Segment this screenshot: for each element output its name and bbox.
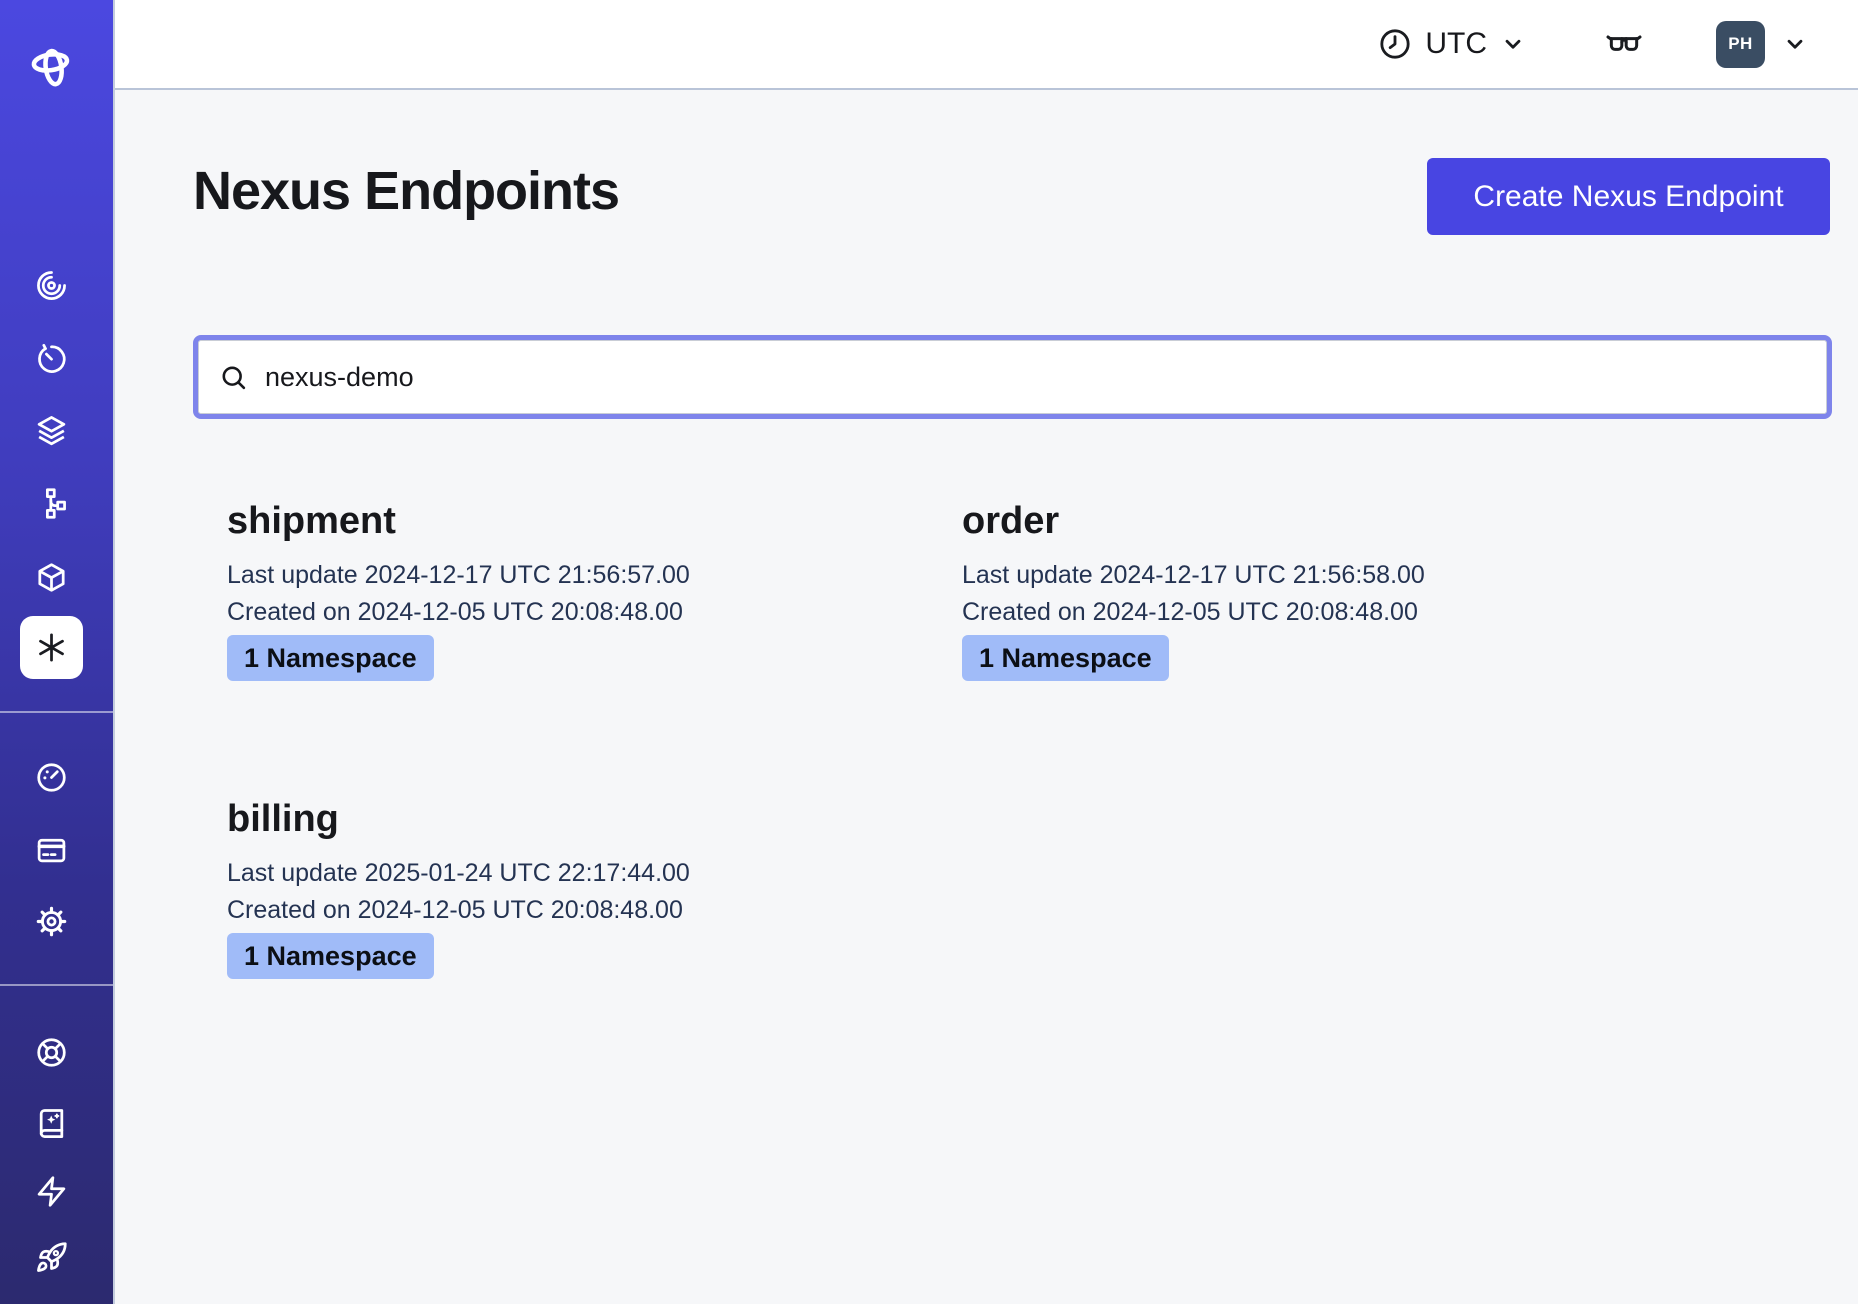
usage-gauge-icon	[35, 761, 68, 794]
avatar: PH	[1716, 21, 1765, 68]
sidebar-divider	[0, 984, 113, 986]
sidebar-item-archival[interactable]	[20, 546, 83, 609]
create-nexus-endpoint-button[interactable]: Create Nexus Endpoint	[1427, 158, 1830, 235]
endpoint-name: order	[962, 498, 1697, 545]
endpoint-last-update: Last update 2024-12-17 UTC 21:56:57.00	[227, 558, 962, 592]
cube-icon	[35, 561, 68, 594]
sidebar-item-schedules[interactable]	[20, 327, 83, 390]
main-content: Nexus Endpoints Create Nexus Endpoint sh…	[115, 90, 1858, 1304]
namespace-count-badge: 1 Namespace	[962, 635, 1169, 681]
settings-gear-icon	[35, 905, 68, 938]
batch-operations-icon	[35, 414, 68, 447]
sidebar-item-feedback[interactable]	[20, 1160, 83, 1223]
endpoint-name: shipment	[227, 498, 962, 545]
support-lifebuoy-icon	[35, 1036, 68, 1069]
schedules-icon	[35, 342, 68, 375]
sidebar-item-support[interactable]	[20, 1021, 83, 1084]
namespace-count-badge: 1 Namespace	[227, 933, 434, 979]
timezone-selector[interactable]: UTC	[1378, 27, 1526, 61]
sidebar-item-nexus[interactable]	[20, 616, 83, 679]
endpoint-list: shipment Last update 2024-12-17 UTC 21:5…	[227, 498, 1697, 979]
sidebar-item-settings[interactable]	[20, 890, 83, 953]
endpoint-created-on: Created on 2024-12-05 UTC 20:08:48.00	[227, 893, 962, 927]
temporal-logo-icon	[27, 40, 77, 90]
endpoint-search	[193, 335, 1832, 419]
clock-icon	[1378, 27, 1412, 61]
sidebar	[0, 0, 115, 1304]
page-title: Nexus Endpoints	[193, 160, 619, 222]
billing-card-icon	[35, 834, 68, 867]
workflows-icon	[35, 269, 68, 302]
endpoint-last-update: Last update 2024-12-17 UTC 21:56:58.00	[962, 558, 1697, 592]
top-bar: UTC PH	[115, 0, 1858, 90]
timezone-label: UTC	[1425, 27, 1487, 61]
endpoint-card-shipment[interactable]: shipment Last update 2024-12-17 UTC 21:5…	[227, 498, 962, 681]
docs-book-icon	[35, 1107, 68, 1140]
endpoint-card-order[interactable]: order Last update 2024-12-17 UTC 21:56:5…	[962, 498, 1697, 681]
sidebar-item-worker-deployments[interactable]	[20, 472, 83, 535]
endpoint-last-update: Last update 2025-01-24 UTC 22:17:44.00	[227, 856, 962, 890]
chevron-down-icon	[1782, 31, 1808, 57]
user-menu[interactable]: PH	[1716, 21, 1808, 68]
sidebar-item-docs[interactable]	[20, 1092, 83, 1155]
chevron-down-icon	[1500, 31, 1526, 57]
feedback-zap-icon	[35, 1175, 68, 1208]
sidebar-item-billing[interactable]	[20, 819, 83, 882]
labs-mode-button[interactable]	[1604, 24, 1644, 64]
search-input[interactable]	[263, 361, 1807, 394]
sidebar-item-batch-operations[interactable]	[20, 399, 83, 462]
getting-started-rocket-icon	[35, 1241, 68, 1274]
endpoint-card-billing[interactable]: billing Last update 2025-01-24 UTC 22:17…	[227, 796, 962, 979]
sidebar-item-usage[interactable]	[20, 746, 83, 809]
endpoint-created-on: Created on 2024-12-05 UTC 20:08:48.00	[227, 595, 962, 629]
glasses-icon	[1604, 24, 1644, 64]
sidebar-divider	[0, 711, 113, 713]
temporal-logo[interactable]	[20, 33, 83, 96]
endpoint-created-on: Created on 2024-12-05 UTC 20:08:48.00	[962, 595, 1697, 629]
sidebar-item-workflows[interactable]	[20, 254, 83, 317]
nexus-asterisk-icon	[35, 631, 68, 664]
namespace-count-badge: 1 Namespace	[227, 635, 434, 681]
search-icon	[218, 362, 249, 393]
worker-deployments-icon	[35, 487, 68, 520]
sidebar-item-getting-started[interactable]	[20, 1226, 83, 1289]
endpoint-name: billing	[227, 796, 962, 843]
